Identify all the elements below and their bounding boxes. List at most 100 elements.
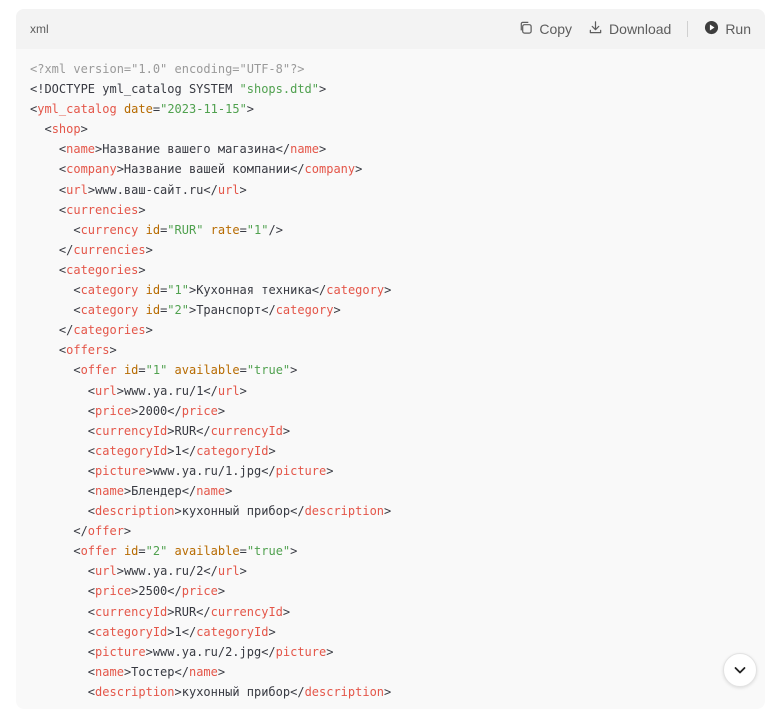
code-text: = bbox=[152, 102, 161, 117]
code-string: "1" bbox=[145, 363, 168, 378]
code-text: > bbox=[355, 162, 363, 177]
code-tag: picture bbox=[275, 463, 327, 478]
code-text: > bbox=[333, 303, 341, 318]
code-line: <currencyId>RUR</currencyId> bbox=[30, 602, 751, 622]
code-tag: currencies bbox=[73, 242, 146, 257]
code-tag: currencyId bbox=[210, 604, 283, 619]
code-line: <category id="1">Кухонная техника</categ… bbox=[30, 280, 751, 300]
code-text: > bbox=[123, 524, 132, 539]
download-button[interactable]: Download bbox=[588, 20, 671, 38]
code-attribute: rate bbox=[210, 222, 240, 237]
code-line: <company>Название вашей компании</compan… bbox=[30, 159, 751, 179]
code-line: <categories> bbox=[30, 260, 751, 280]
code-text: < bbox=[30, 564, 96, 579]
code-text: > bbox=[80, 122, 88, 137]
code-text: < bbox=[30, 222, 81, 237]
code-text: < bbox=[30, 463, 96, 478]
code-tag: categoryId bbox=[95, 443, 168, 458]
code-text: > bbox=[246, 102, 255, 117]
code-string: "shops.dtd" bbox=[239, 82, 319, 97]
code-line: <description>кухонный прибор</descriptio… bbox=[30, 682, 751, 702]
code-tag: url bbox=[95, 383, 117, 398]
chevron-down-icon bbox=[732, 662, 748, 678]
code-string: "1" bbox=[167, 283, 189, 298]
code-text: < bbox=[30, 262, 67, 277]
scroll-down-button[interactable] bbox=[723, 653, 757, 687]
copy-button[interactable]: Copy bbox=[518, 20, 572, 38]
code-text: > bbox=[239, 383, 247, 398]
code-tag: name bbox=[290, 142, 320, 157]
code-tag: description bbox=[304, 684, 385, 699]
code-line: </categories> bbox=[30, 320, 751, 340]
code-text: < bbox=[30, 604, 96, 619]
code-line: <offers> bbox=[30, 340, 751, 360]
code-string: "true" bbox=[246, 363, 291, 378]
code-line: </offer> bbox=[30, 521, 751, 541]
code-tag: price bbox=[181, 403, 218, 418]
code-attribute: id bbox=[145, 222, 161, 237]
code-text: >www.ya.ru/2</ bbox=[116, 564, 218, 579]
code-attribute: id bbox=[123, 544, 139, 559]
code-tag: categoryId bbox=[196, 443, 269, 458]
code-tag: offer bbox=[80, 544, 117, 559]
code-tag: name bbox=[196, 483, 226, 498]
code-tag: picture bbox=[95, 644, 146, 659]
code-text: > bbox=[239, 564, 247, 579]
code-tag: shop bbox=[51, 122, 81, 137]
code-text: = bbox=[239, 363, 247, 378]
code-text: > bbox=[290, 363, 298, 378]
run-button[interactable]: Run bbox=[704, 20, 751, 38]
actions-divider bbox=[687, 21, 689, 37]
code-line: <name>Блендер</name> bbox=[30, 481, 751, 501]
code-text: < bbox=[30, 303, 81, 318]
code-line: <yml_catalog date="2023-11-15"> bbox=[30, 99, 751, 119]
code-text: > bbox=[384, 283, 392, 298]
code-text: < bbox=[30, 584, 96, 599]
code-line: <currencyId>RUR</currencyId> bbox=[30, 421, 751, 441]
code-text: > bbox=[268, 624, 276, 639]
code-text: < bbox=[30, 504, 96, 519]
code-text: < bbox=[30, 162, 67, 177]
code-text: </ bbox=[30, 524, 88, 539]
code-tag: url bbox=[217, 564, 240, 579]
code-tag: categories bbox=[73, 323, 146, 338]
code-tag: categoryId bbox=[95, 624, 168, 639]
code-text: > bbox=[282, 604, 291, 619]
code-tag: url bbox=[217, 182, 240, 197]
code-line: <url>www.ya.ru/2</url> bbox=[30, 561, 751, 581]
code-tag: url bbox=[217, 383, 240, 398]
code-tag: currencyId bbox=[95, 423, 168, 438]
code-tag: url bbox=[66, 182, 88, 197]
code-tag: categories bbox=[66, 262, 139, 277]
code-text: > bbox=[282, 423, 291, 438]
code-text: > bbox=[217, 584, 226, 599]
code-text: > bbox=[319, 142, 327, 157]
download-button-label: Download bbox=[609, 21, 672, 37]
code-line: <picture>www.ya.ru/1.jpg</picture> bbox=[30, 461, 751, 481]
copy-icon bbox=[518, 20, 533, 38]
code-attribute: id bbox=[145, 303, 161, 318]
code-line: <url>www.ваш-сайт.ru</url> bbox=[30, 180, 751, 200]
code-text: >кухонный прибор</ bbox=[174, 504, 305, 519]
code-text: >www.ваш-сайт.ru</ bbox=[87, 182, 218, 197]
code-text: < bbox=[30, 483, 96, 498]
code-text: < bbox=[30, 664, 96, 679]
code-text: < bbox=[30, 383, 96, 398]
code-text: > bbox=[217, 403, 226, 418]
code-actions: Copy Download Run bbox=[518, 20, 751, 38]
code-text: >Тостер</ bbox=[123, 664, 189, 679]
copy-button-label: Copy bbox=[539, 21, 573, 37]
code-tag: name bbox=[95, 664, 124, 679]
code-line: <url>www.ya.ru/1</url> bbox=[30, 381, 751, 401]
code-text: /> bbox=[268, 222, 283, 237]
code-attribute: id bbox=[123, 363, 139, 378]
code-tag: description bbox=[95, 504, 175, 519]
code-text: < bbox=[30, 122, 52, 137]
code-tag: currencyId bbox=[210, 423, 283, 438]
code-tag: picture bbox=[275, 644, 327, 659]
